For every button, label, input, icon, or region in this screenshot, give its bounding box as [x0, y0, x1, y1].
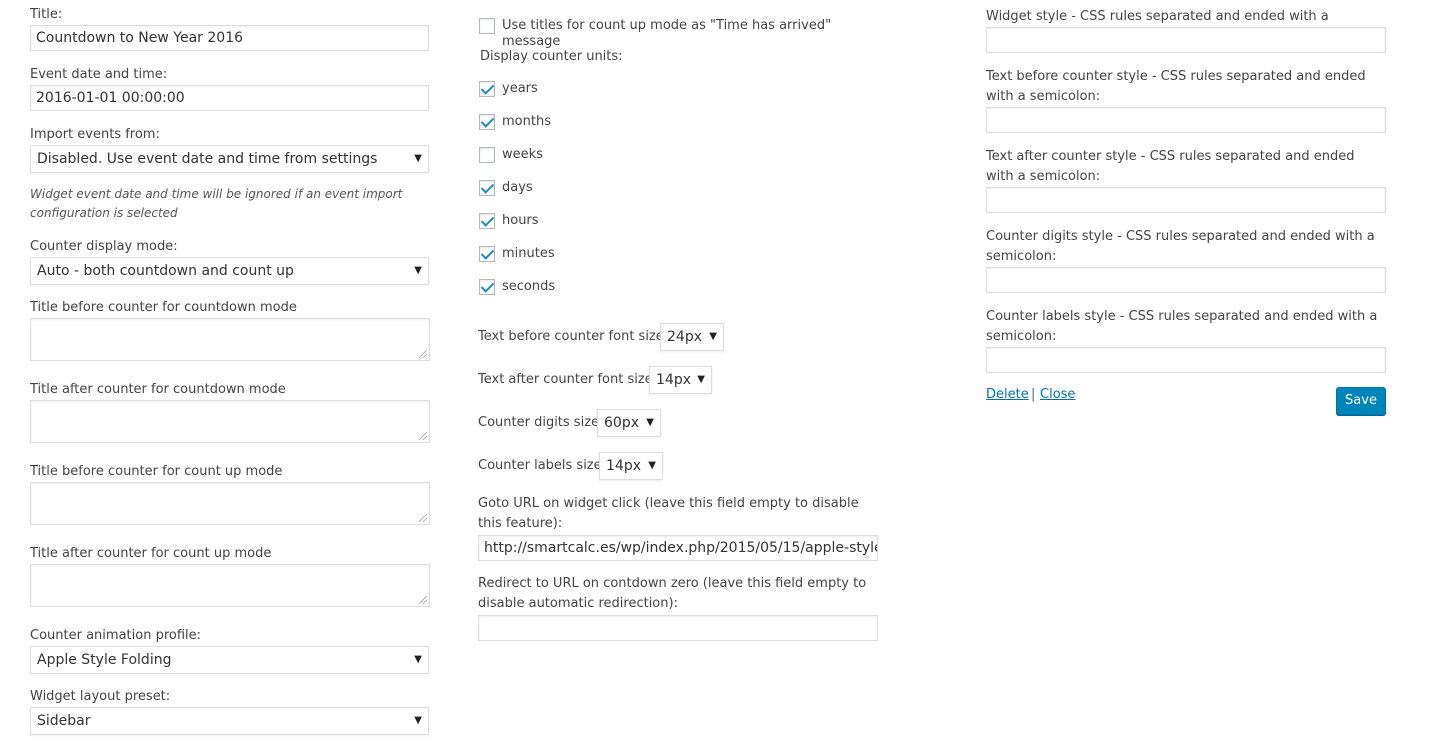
resize-handle-icon[interactable] — [419, 596, 427, 604]
digits-size-value: 60px — [604, 415, 639, 431]
unit-hours-checkbox[interactable] — [479, 213, 495, 229]
display-mode-select[interactable]: Auto - both countdown and count up ▼ — [30, 257, 429, 285]
layout-preset-value: Sidebar — [37, 713, 91, 729]
chevron-down-icon: ▼ — [414, 654, 422, 665]
delete-link[interactable]: Delete — [986, 387, 1029, 402]
resize-handle-icon[interactable] — [419, 350, 427, 358]
unit-seconds-label: seconds — [502, 279, 556, 294]
title-before-countdown-label: Title before counter for countdown mode — [30, 300, 297, 315]
chevron-down-icon: ▼ — [648, 460, 656, 471]
before-font-size-value: 24px — [667, 329, 702, 345]
title-before-countup-textarea[interactable] — [30, 482, 430, 525]
chevron-down-icon: ▼ — [414, 265, 422, 276]
after-style-label: Text after counter style - CSS rules sep… — [986, 149, 1355, 184]
animation-profile-label: Counter animation profile: — [30, 628, 202, 643]
close-link[interactable]: Close — [1040, 387, 1075, 402]
after-font-size-value: 14px — [656, 372, 691, 388]
labels-size-value: 14px — [606, 458, 641, 474]
unit-days-label: days — [502, 180, 533, 195]
title-after-countup-textarea[interactable] — [30, 564, 430, 607]
before-font-size-label: Text before counter font size: — [478, 329, 669, 344]
unit-years-label: years — [502, 81, 538, 96]
unit-seconds-checkbox[interactable] — [479, 279, 495, 295]
animation-profile-select[interactable]: Apple Style Folding ▼ — [30, 646, 429, 674]
display-mode-value: Auto - both countdown and count up — [37, 263, 294, 279]
use-titles-label: Use titles for count up mode as "Time ha… — [502, 18, 832, 49]
goto-url-input[interactable]: http://smartcalc.es/wp/index.php/2015/05… — [478, 535, 878, 561]
link-separator: | — [1031, 387, 1036, 402]
unit-weeks-label: weeks — [502, 147, 543, 162]
labels-size-select[interactable]: 14px ▼ — [599, 452, 663, 480]
event-date-label: Event date and time: — [30, 67, 168, 82]
unit-minutes-checkbox[interactable] — [479, 246, 495, 262]
animation-profile-value: Apple Style Folding — [37, 652, 172, 668]
labels-style-label: Counter labels style - CSS rules separat… — [986, 309, 1378, 344]
chevron-down-icon: ▼ — [697, 374, 705, 385]
resize-handle-icon[interactable] — [419, 514, 427, 522]
before-style-input[interactable] — [986, 107, 1386, 133]
unit-hours-label: hours — [502, 213, 539, 228]
save-button[interactable]: Save — [1336, 387, 1386, 415]
before-font-size-select[interactable]: 24px ▼ — [660, 323, 724, 351]
display-units-label: Display counter units: — [480, 49, 623, 64]
unit-months-label: months — [502, 114, 551, 129]
title-after-countdown-label: Title after counter for countdown mode — [30, 382, 286, 397]
layout-preset-select[interactable]: Sidebar ▼ — [30, 707, 429, 735]
title-after-countup-label: Title after counter for count up mode — [30, 546, 272, 561]
unit-weeks-checkbox[interactable] — [479, 147, 495, 163]
after-font-size-label: Text after counter font size: — [478, 372, 658, 387]
digits-size-label: Counter digits size: — [478, 415, 604, 430]
chevron-down-icon: ▼ — [414, 715, 422, 726]
title-after-countdown-textarea[interactable] — [30, 400, 430, 443]
labels-size-label: Counter labels size: — [478, 458, 607, 473]
digits-style-input[interactable] — [986, 267, 1386, 293]
after-style-input[interactable] — [986, 187, 1386, 213]
chevron-down-icon: ▼ — [414, 153, 422, 164]
digits-size-select[interactable]: 60px ▼ — [597, 409, 661, 437]
resize-handle-icon[interactable] — [419, 432, 427, 440]
title-before-countdown-textarea[interactable] — [30, 318, 430, 361]
digits-style-label: Counter digits style - CSS rules separat… — [986, 229, 1375, 264]
import-events-value: Disabled. Use event date and time from s… — [37, 151, 378, 167]
widget-style-input[interactable] — [986, 27, 1386, 53]
after-font-size-select[interactable]: 14px ▼ — [649, 366, 712, 394]
import-note: Widget event date and time will be ignor… — [30, 187, 403, 220]
unit-months-checkbox[interactable] — [479, 114, 495, 130]
title-input[interactable]: Countdown to New Year 2016 — [30, 25, 429, 51]
redirect-url-label: Redirect to URL on contdown zero (leave … — [478, 576, 867, 611]
title-label: Title: — [30, 7, 63, 22]
use-titles-checkbox[interactable] — [479, 18, 495, 34]
goto-url-label: Goto URL on widget click (leave this fie… — [478, 496, 859, 531]
chevron-down-icon: ▼ — [709, 331, 717, 342]
chevron-down-icon: ▼ — [646, 417, 654, 428]
title-before-countup-label: Title before counter for count up mode — [30, 464, 283, 479]
import-events-select[interactable]: Disabled. Use event date and time from s… — [30, 145, 429, 173]
display-mode-label: Counter display mode: — [30, 239, 178, 254]
import-events-label: Import events from: — [30, 127, 160, 142]
labels-style-input[interactable] — [986, 347, 1386, 373]
unit-days-checkbox[interactable] — [479, 180, 495, 196]
redirect-url-input[interactable] — [478, 615, 878, 641]
layout-preset-label: Widget layout preset: — [30, 689, 171, 704]
unit-years-checkbox[interactable] — [479, 81, 495, 97]
event-date-input[interactable]: 2016-01-01 00:00:00 — [30, 85, 429, 111]
unit-minutes-label: minutes — [502, 246, 555, 261]
before-style-label: Text before counter style - CSS rules se… — [986, 69, 1366, 104]
